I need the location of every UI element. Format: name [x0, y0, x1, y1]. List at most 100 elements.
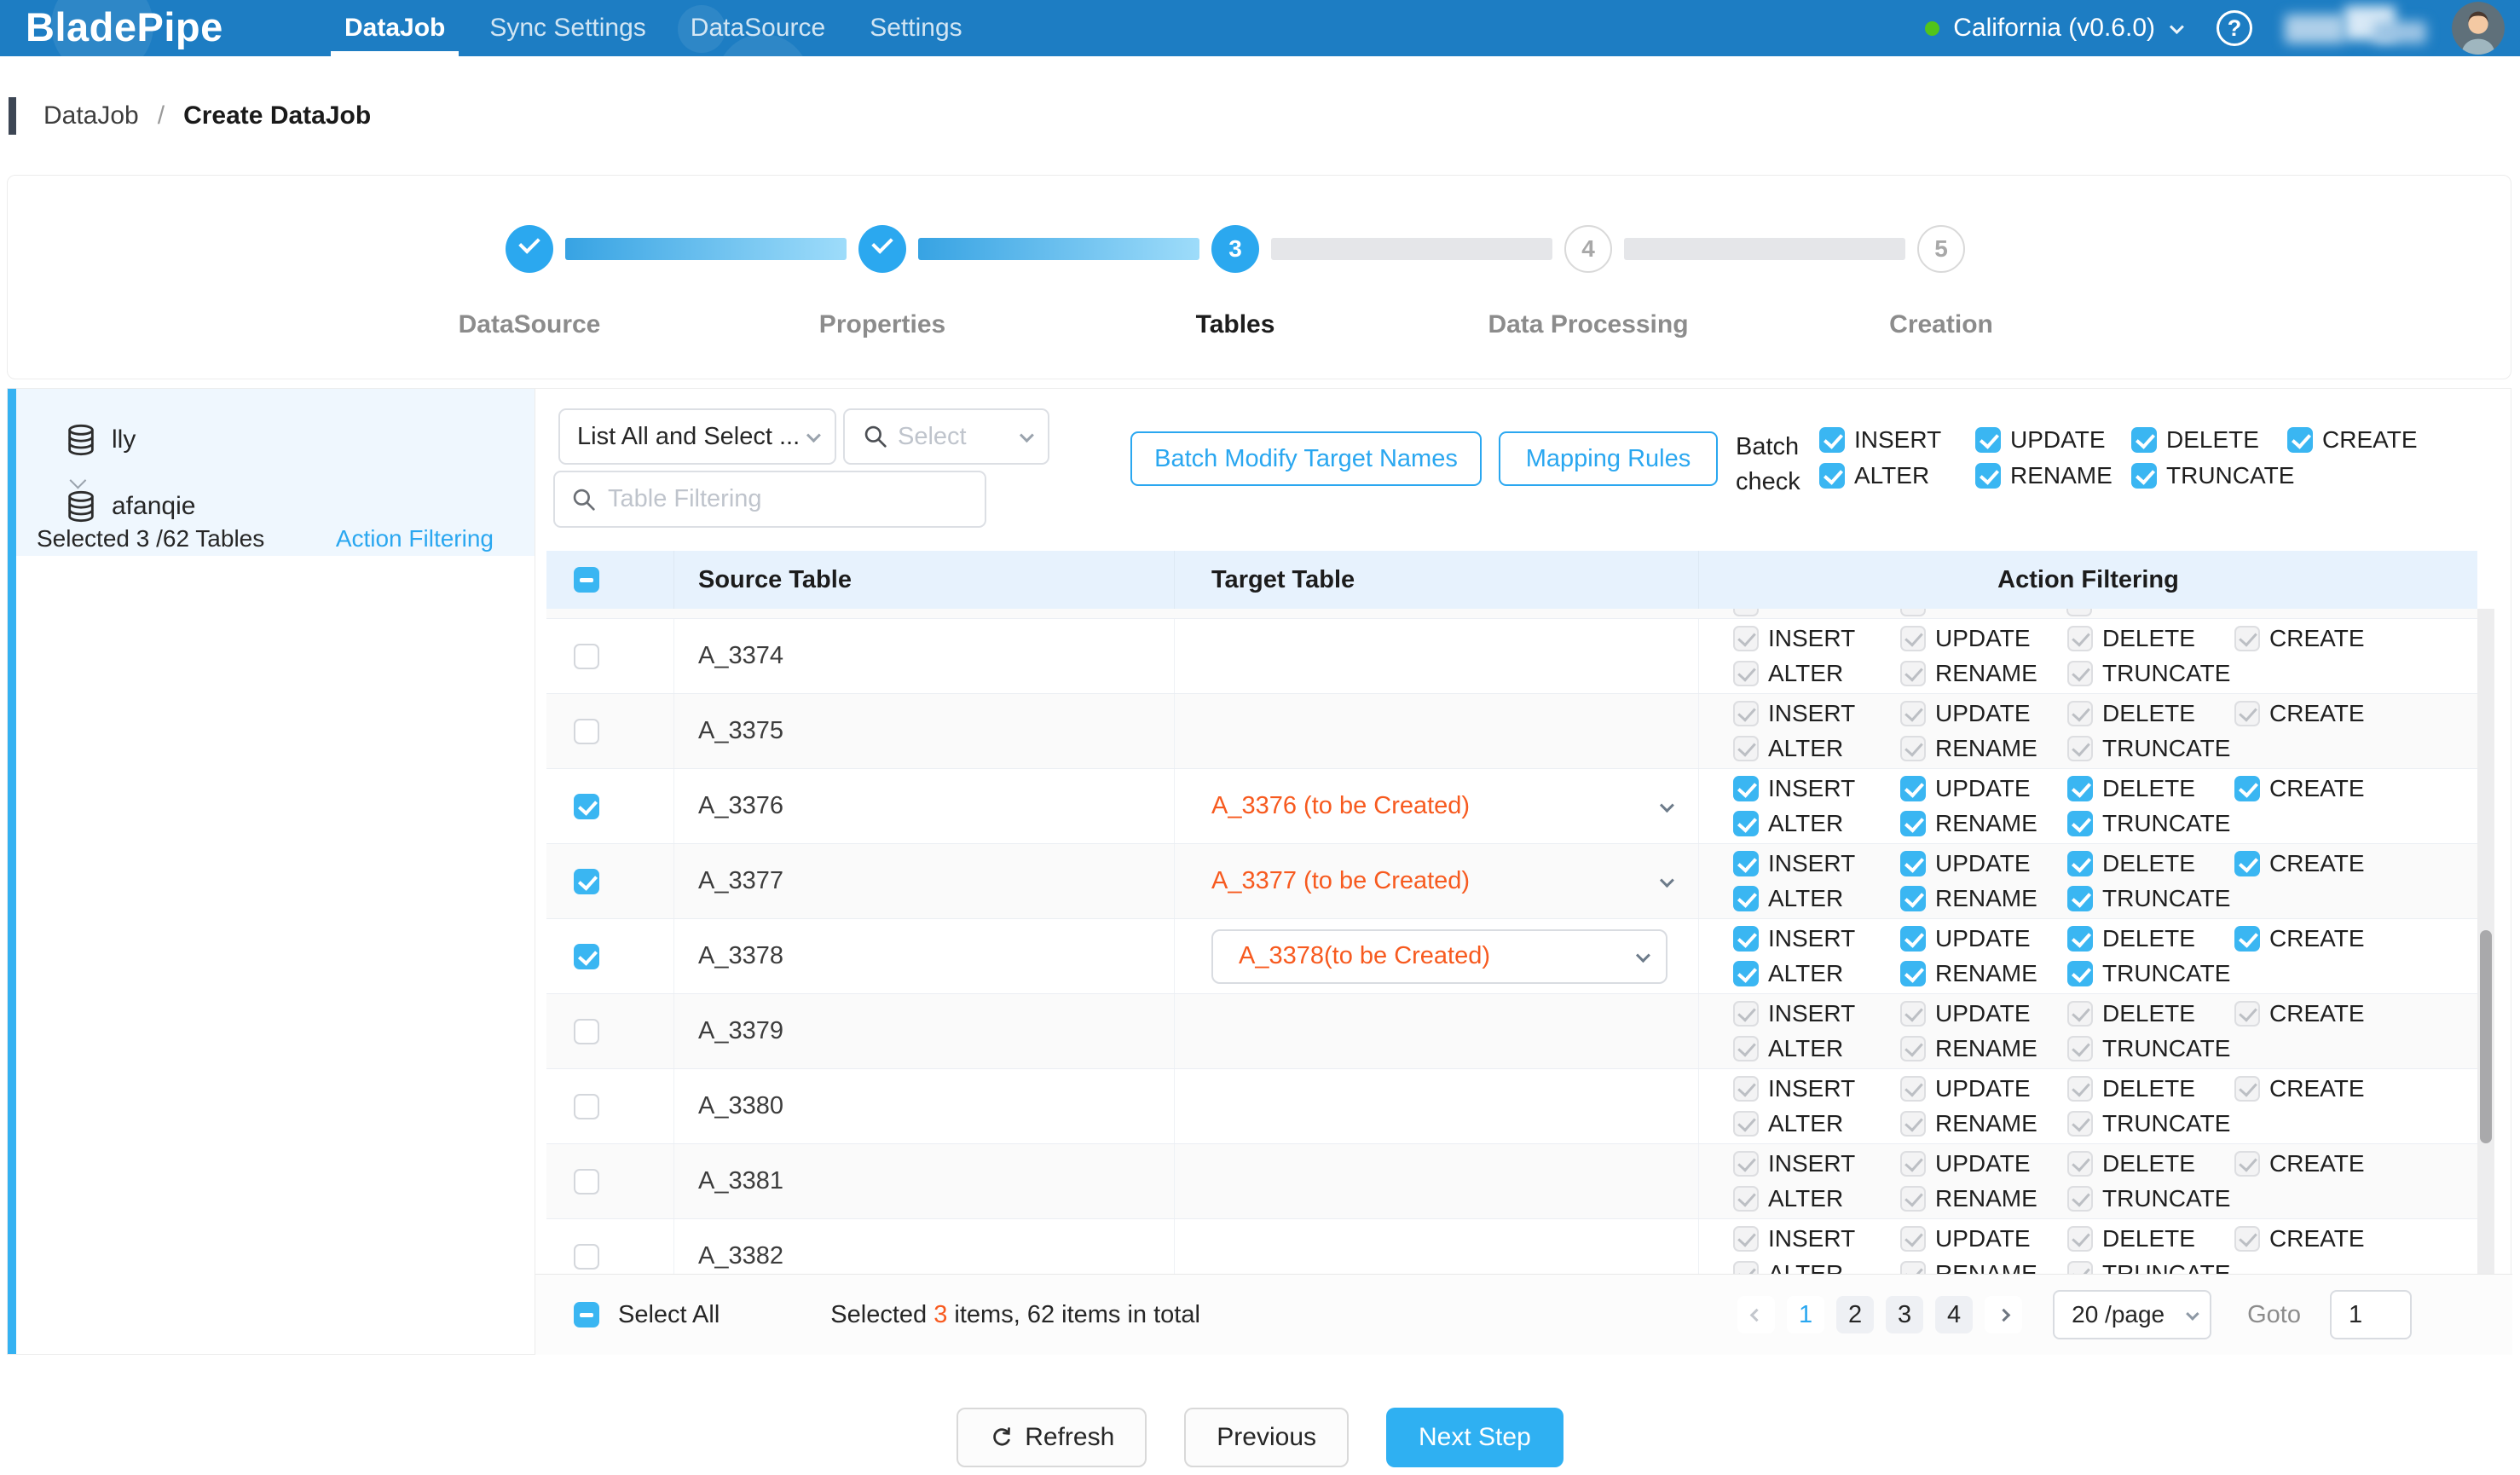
- action-checkbox-insert[interactable]: [1733, 851, 1759, 876]
- source-table-name: A_3380: [698, 1092, 783, 1120]
- step-circle-tables[interactable]: 3: [1211, 225, 1259, 273]
- page-size-value: 20 /page: [2072, 1301, 2165, 1328]
- batch-checkbox-truncate[interactable]: [2131, 463, 2157, 489]
- action-checkbox-update[interactable]: [1900, 776, 1926, 801]
- action-checkbox-alter[interactable]: [1733, 886, 1759, 911]
- action-row: INSERTUPDATEDELETECREATE: [1733, 850, 2477, 877]
- action-checkbox-create[interactable]: [2234, 776, 2260, 801]
- batch-action-label: UPDATE: [2010, 426, 2106, 454]
- batch-checkbox-alter[interactable]: [1819, 463, 1845, 489]
- action-checkbox-create: [2234, 1001, 2260, 1027]
- sidebar: lly afanqie Selected 3 /62 Tables Action…: [16, 389, 535, 1354]
- nav-item-datasource[interactable]: DataSource: [668, 0, 847, 56]
- row-checkbox[interactable]: [574, 644, 599, 669]
- action-label: ALTER: [1768, 1035, 1843, 1062]
- action-checkbox-truncate[interactable]: [2067, 886, 2093, 911]
- next-step-button[interactable]: Next Step: [1386, 1408, 1563, 1467]
- row-checkbox[interactable]: [574, 1019, 599, 1044]
- page-button-4[interactable]: 4: [1935, 1296, 1973, 1333]
- clipped-checkbox: [2066, 609, 2092, 616]
- action-checkbox-update[interactable]: [1900, 851, 1926, 876]
- action-checkbox-alter[interactable]: [1733, 811, 1759, 836]
- batch-checkbox-insert[interactable]: [1819, 427, 1845, 453]
- batch-modify-target-names-button[interactable]: Batch Modify Target Names: [1130, 431, 1482, 486]
- environment-selector[interactable]: California (v0.6.0): [1953, 14, 2155, 43]
- action-checkbox-rename[interactable]: [1900, 961, 1926, 986]
- select-all-header-checkbox[interactable]: [574, 567, 599, 593]
- nav-item-sync-settings[interactable]: Sync Settings: [467, 0, 668, 56]
- batch-checkbox-create[interactable]: [2287, 427, 2313, 453]
- action-checkbox-delete[interactable]: [2067, 851, 2093, 876]
- batch-checkbox-delete[interactable]: [2131, 427, 2157, 453]
- brand-logo[interactable]: BladePipe: [26, 0, 223, 56]
- row-checkbox[interactable]: [574, 1244, 599, 1270]
- action-checkbox-insert[interactable]: [1733, 926, 1759, 952]
- select-all-checkbox[interactable]: [574, 1302, 599, 1328]
- action-filtering-link[interactable]: Action Filtering: [336, 525, 494, 552]
- mapping-rules-button[interactable]: Mapping Rules: [1499, 431, 1718, 486]
- action-label: UPDATE: [1935, 1075, 2031, 1102]
- row-checkbox[interactable]: [574, 719, 599, 744]
- table-filter-search: [553, 471, 986, 528]
- goto-page-input[interactable]: [2330, 1290, 2412, 1339]
- row-action-truncate: TRUNCATE: [2067, 1035, 2230, 1062]
- target-table-select[interactable]: A_3376 (to be Created): [1211, 792, 1698, 820]
- filter-select[interactable]: Select: [843, 408, 1049, 465]
- select-all-label[interactable]: Select All: [618, 1301, 720, 1329]
- action-checkbox-alter: [1733, 736, 1759, 761]
- target-table-select[interactable]: A_3378(to be Created): [1211, 929, 1667, 984]
- target-table-select[interactable]: A_3377 (to be Created): [1211, 867, 1698, 895]
- row-checkbox[interactable]: [574, 869, 599, 894]
- action-checkbox-update: [1900, 1151, 1926, 1177]
- step-circle-datasource[interactable]: [506, 225, 553, 273]
- page-size-select[interactable]: 20 /page: [2053, 1290, 2211, 1339]
- action-checkbox-alter[interactable]: [1733, 961, 1759, 986]
- help-icon[interactable]: ?: [2217, 10, 2252, 46]
- avatar[interactable]: [2452, 2, 2505, 55]
- previous-button[interactable]: Previous: [1184, 1408, 1349, 1467]
- action-checkbox-rename[interactable]: [1900, 811, 1926, 836]
- action-checkbox-rename[interactable]: [1900, 886, 1926, 911]
- action-checkbox-create[interactable]: [2234, 851, 2260, 876]
- action-checkbox-delete[interactable]: [2067, 776, 2093, 801]
- nav-item-datajob[interactable]: DataJob: [322, 0, 467, 56]
- action-checkbox-truncate[interactable]: [2067, 961, 2093, 986]
- table-scrollbar[interactable]: [2477, 609, 2494, 1274]
- batch-checkbox-update[interactable]: [1975, 427, 2001, 453]
- nav-item-settings[interactable]: Settings: [847, 0, 984, 56]
- row-checkbox[interactable]: [574, 1169, 599, 1194]
- page-button-3[interactable]: 3: [1886, 1296, 1923, 1333]
- table-filter-input[interactable]: [608, 485, 969, 513]
- target-database[interactable]: afanqie: [64, 489, 195, 523]
- step-circle-properties[interactable]: [858, 225, 906, 273]
- prev-page-button[interactable]: [1737, 1296, 1775, 1333]
- sidebar-selected-mapping[interactable]: lly afanqie Selected 3 /62 Tables Action…: [16, 389, 535, 556]
- scrollbar-thumb[interactable]: [2480, 930, 2492, 1143]
- row-checkbox[interactable]: [574, 944, 599, 969]
- page-button-2[interactable]: 2: [1836, 1296, 1874, 1333]
- action-checkbox-delete[interactable]: [2067, 926, 2093, 952]
- action-label: INSERT: [1768, 925, 1855, 952]
- refresh-button[interactable]: Refresh: [957, 1408, 1147, 1467]
- action-checkbox-insert[interactable]: [1733, 776, 1759, 801]
- chevron-down-icon[interactable]: [2170, 20, 2184, 34]
- source-database[interactable]: lly: [64, 423, 136, 457]
- row-checkbox-cell: [546, 1219, 674, 1274]
- row-action-update: UPDATE: [1900, 850, 2067, 877]
- step-circle-creation[interactable]: 5: [1917, 225, 1965, 273]
- row-checkbox[interactable]: [574, 794, 599, 819]
- action-checkbox-update[interactable]: [1900, 926, 1926, 952]
- action-label: RENAME: [1935, 660, 2037, 687]
- row-checkbox[interactable]: [574, 1094, 599, 1119]
- list-mode-select[interactable]: List All and Select ...: [558, 408, 836, 465]
- action-checkbox-truncate[interactable]: [2067, 811, 2093, 836]
- next-page-button[interactable]: [1985, 1296, 2022, 1333]
- action-label: RENAME: [1935, 1035, 2037, 1062]
- source-table-cell: A_3382: [674, 1219, 1175, 1274]
- batch-checkbox-rename[interactable]: [1975, 463, 2001, 489]
- page-button-1[interactable]: 1: [1787, 1296, 1824, 1333]
- breadcrumb-parent[interactable]: DataJob: [43, 101, 139, 130]
- step-circle-data-processing[interactable]: 4: [1564, 225, 1612, 273]
- row-checkbox-cell: [546, 619, 674, 693]
- action-checkbox-create[interactable]: [2234, 926, 2260, 952]
